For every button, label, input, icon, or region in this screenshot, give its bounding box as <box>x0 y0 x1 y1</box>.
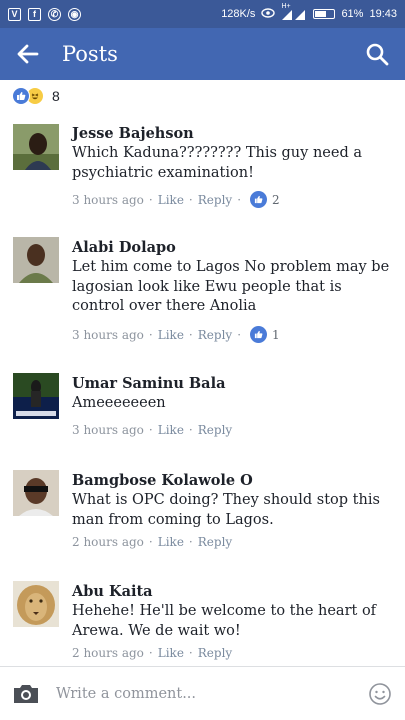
search-icon <box>366 43 389 66</box>
like-button[interactable]: Like <box>158 193 184 207</box>
comment-time: 2 hours ago <box>72 646 144 660</box>
notification-v-icon: V <box>8 7 21 21</box>
battery-icon <box>313 9 336 19</box>
network-speed: 128K/s <box>221 8 256 20</box>
avatar[interactable] <box>13 581 59 627</box>
comment-text: Hehehe! He'll be welcome to the heart of… <box>72 603 377 639</box>
reply-button[interactable]: Reply <box>198 328 232 342</box>
comment-time: 3 hours ago <box>72 423 144 437</box>
reply-button[interactable]: Reply <box>198 423 232 437</box>
network-type: H+ <box>281 3 291 10</box>
avatar[interactable] <box>13 373 59 419</box>
comment-author[interactable]: Abu Kaita <box>72 582 395 602</box>
comment-author[interactable]: Umar Saminu Bala <box>72 374 395 394</box>
eye-icon <box>261 7 276 21</box>
comment-text: What is OPC doing? They should stop this… <box>72 492 380 528</box>
comment-text: Let him come to Lagos No problem may be … <box>72 259 390 314</box>
like-count-icon[interactable] <box>250 326 268 343</box>
signal-icon: H+ <box>281 3 307 20</box>
page-title: Posts <box>62 42 118 66</box>
like-button[interactable]: Like <box>158 535 184 549</box>
arrow-left-icon <box>17 44 39 64</box>
like-count-icon[interactable] <box>250 191 268 208</box>
avatar[interactable] <box>13 124 59 170</box>
comment-text: Ameeeeeeen <box>72 395 166 411</box>
whatsapp-icon: ✆ <box>48 7 61 21</box>
camera-icon <box>14 684 38 703</box>
like-button[interactable]: Like <box>158 328 184 342</box>
comment-author[interactable]: Alabi Dolapo <box>72 238 395 258</box>
comment-time: 2 hours ago <box>72 535 144 549</box>
facebook-icon: f <box>28 7 41 21</box>
browser-icon: ◉ <box>68 7 81 21</box>
like-reaction-icon <box>12 87 30 105</box>
like-count: 1 <box>272 327 280 342</box>
reactions-summary[interactable]: 8 <box>12 86 60 106</box>
emoji-icon <box>369 682 391 705</box>
comment-author[interactable]: Bamgbose Kolawole O <box>72 471 395 491</box>
reaction-count: 8 <box>52 88 60 104</box>
comment-time: 3 hours ago <box>72 327 144 342</box>
app-bar: Posts <box>0 28 405 80</box>
clock: 19:43 <box>369 8 397 20</box>
back-button[interactable] <box>0 28 56 80</box>
comment-composer <box>0 666 405 720</box>
reply-button[interactable]: Reply <box>198 193 232 207</box>
emoji-button[interactable] <box>355 667 405 720</box>
status-bar: V f ✆ ◉ 128K/s H+ 61% 19:43 <box>0 0 405 28</box>
avatar[interactable] <box>13 470 59 516</box>
reply-button[interactable]: Reply <box>198 535 232 549</box>
search-button[interactable] <box>349 28 405 80</box>
reply-button[interactable]: Reply <box>198 646 232 660</box>
battery-percent: 61% <box>341 8 364 20</box>
comment-input[interactable] <box>56 685 355 702</box>
comment-time: 3 hours ago <box>72 192 144 207</box>
comment-text: Which Kaduna???????? This guy need a psy… <box>72 145 362 181</box>
camera-button[interactable] <box>0 667 52 720</box>
like-button[interactable]: Like <box>158 646 184 660</box>
comment-author[interactable]: Jesse Bajehson <box>72 124 395 144</box>
like-button[interactable]: Like <box>158 423 184 437</box>
like-count: 2 <box>272 192 280 207</box>
avatar[interactable] <box>13 237 59 283</box>
